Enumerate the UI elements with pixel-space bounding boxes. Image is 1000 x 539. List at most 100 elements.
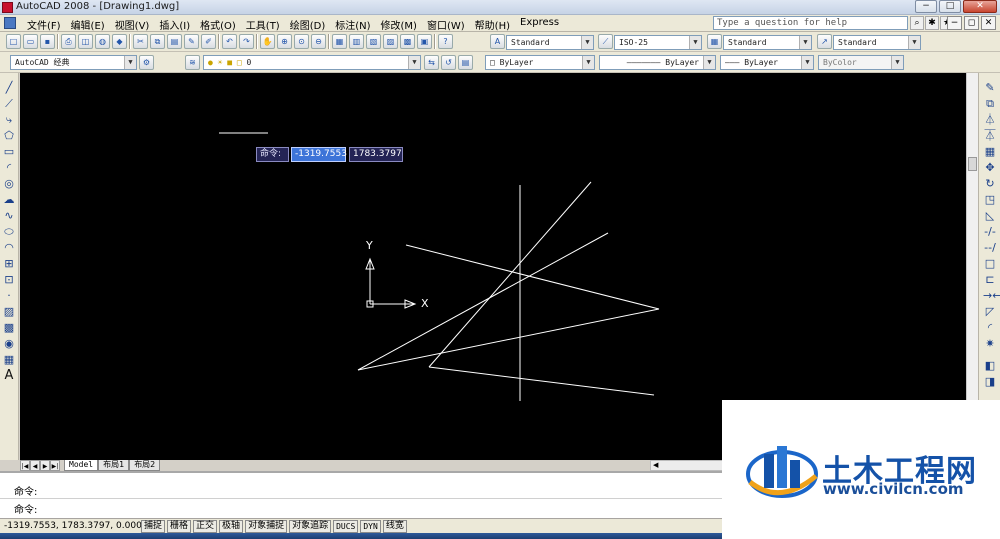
multileader-style-icon[interactable]: ↗ [817, 34, 832, 49]
publish-icon[interactable]: ◍ [95, 34, 110, 49]
circle-icon[interactable]: ◎ [2, 177, 16, 191]
ellipse-arc-icon[interactable]: ◠ [2, 241, 16, 255]
workspace-settings-icon[interactable]: ⚙ [139, 55, 154, 70]
text-style-icon[interactable]: A [490, 34, 505, 49]
dyn-toggle[interactable]: DYN [360, 520, 381, 533]
open-icon[interactable]: ▭ [23, 34, 38, 49]
drawn-line[interactable] [357, 308, 660, 371]
dynamic-input-x-field[interactable]: -1319.7553 [291, 147, 347, 162]
make-block-icon[interactable]: ⊡ [2, 273, 16, 287]
3d-dwf-icon[interactable]: ◆ [112, 34, 127, 49]
plot-style-select[interactable]: ByColor ▼ [818, 55, 904, 70]
drawn-line[interactable] [428, 366, 655, 396]
minimize-button[interactable]: − [915, 0, 937, 13]
help-icon[interactable]: ? [438, 34, 453, 49]
doc-restore-button[interactable]: ◻ [964, 16, 979, 30]
copy-object-icon[interactable]: ⧉ [983, 97, 997, 111]
gradient-icon[interactable]: ▩ [2, 321, 16, 335]
spline-icon[interactable]: ∿ [2, 209, 16, 223]
color-select[interactable]: □ ByLayer ▼ [485, 55, 595, 70]
tool-palettes-icon[interactable]: ▧ [366, 34, 381, 49]
chamfer-icon[interactable]: ◸ [983, 305, 997, 319]
menu-edit[interactable]: 编辑(E) [66, 17, 110, 32]
doc-minimize-button[interactable]: − [947, 16, 962, 30]
previous-tab-button[interactable]: ◀ [30, 460, 40, 471]
drawn-line[interactable] [357, 232, 609, 371]
ortho-toggle[interactable]: 正交 [193, 520, 218, 533]
tab-layout1[interactable]: 布局1 [98, 460, 130, 471]
move-icon[interactable]: ✥ [983, 161, 997, 175]
make-object-layer-current-icon[interactable]: ⇆ [424, 55, 439, 70]
offset-icon[interactable]: ⏄ [983, 129, 997, 143]
scroll-left-icon[interactable]: ◀ [653, 461, 658, 470]
break-icon[interactable]: ⊏ [983, 273, 997, 287]
copy-icon[interactable]: ⧉ [150, 34, 165, 49]
tab-model[interactable]: Model [64, 460, 99, 471]
coordinate-display[interactable]: -1319.7553, 1783.3797, 0.0000 [4, 521, 148, 531]
trim-icon[interactable]: -/- [983, 225, 997, 239]
explode-icon[interactable]: ✷ [983, 337, 997, 351]
scale-icon[interactable]: ◳ [983, 193, 997, 207]
properties-icon[interactable]: ▦ [332, 34, 347, 49]
autocad-app-icon[interactable] [2, 2, 13, 13]
menu-format[interactable]: 格式(O) [195, 17, 241, 32]
drawn-line[interactable] [405, 244, 660, 310]
multileader-style-select[interactable]: Standard ▼ [833, 35, 921, 50]
polyline-icon[interactable]: ⤷ [2, 113, 16, 127]
dim-style-icon[interactable]: ⟋ [598, 34, 613, 49]
tab-layout2[interactable]: 布局2 [129, 460, 161, 471]
rotate-icon[interactable]: ↻ [983, 177, 997, 191]
mirror-icon[interactable]: ⏃ [983, 113, 997, 127]
rectangle-icon[interactable]: ▭ [2, 145, 16, 159]
close-button[interactable]: ✕ [963, 0, 997, 13]
menu-express[interactable]: Express [515, 17, 564, 32]
draw-order-front-icon[interactable]: ◧ [983, 359, 997, 373]
menu-draw[interactable]: 绘图(D) [285, 17, 331, 32]
first-tab-button[interactable]: |◀ [20, 460, 30, 471]
menu-insert[interactable]: 插入(I) [154, 17, 195, 32]
markup-icon[interactable]: ▩ [400, 34, 415, 49]
layer-select[interactable]: ● ☀ ■ □ 0 ▼ [203, 55, 421, 70]
layer-states-icon[interactable]: ▤ [458, 55, 473, 70]
ducs-toggle[interactable]: DUCS [333, 520, 359, 533]
next-tab-button[interactable]: ▶ [40, 460, 50, 471]
dynamic-input-y-field[interactable]: 1783.3797 [349, 147, 403, 162]
table-icon[interactable]: ▦ [2, 353, 16, 367]
erase-icon[interactable]: ✎ [983, 81, 997, 95]
calculator-icon[interactable]: ▣ [417, 34, 432, 49]
polar-toggle[interactable]: 极轴 [219, 520, 244, 533]
polygon-icon[interactable]: ⬠ [2, 129, 16, 143]
new-icon[interactable]: □ [6, 34, 21, 49]
command-prompt-line[interactable]: 命令: [14, 501, 37, 516]
fillet-icon[interactable]: ◜ [983, 321, 997, 335]
save-icon[interactable]: ▪ [40, 34, 55, 49]
revision-cloud-icon[interactable]: ☁ [2, 193, 16, 207]
extend-icon[interactable]: --/ [983, 241, 997, 255]
grid-toggle[interactable]: 栅格 [167, 520, 192, 533]
otrack-toggle[interactable]: 对象追踪 [289, 520, 332, 533]
multiline-text-icon[interactable]: A [2, 369, 16, 383]
pan-icon[interactable]: ✋ [260, 34, 275, 49]
block-editor-icon[interactable]: ✐ [201, 34, 216, 49]
help-search-input[interactable]: Type a question for help [713, 16, 908, 30]
dim-style-select[interactable]: ISO-25 ▼ [614, 35, 702, 50]
menu-window[interactable]: 窗口(W) [422, 17, 470, 32]
lineweight-toggle[interactable]: 线宽 [382, 520, 407, 533]
join-icon[interactable]: →← [983, 289, 1000, 303]
linetype-select[interactable]: ——————— ByLayer ▼ [599, 55, 716, 70]
snap-toggle[interactable]: 捕捉 [141, 520, 166, 533]
zoom-window-icon[interactable]: ⊙ [294, 34, 309, 49]
table-style-icon[interactable]: ▦ [707, 34, 722, 49]
layer-previous-icon[interactable]: ↺ [441, 55, 456, 70]
break-at-point-icon[interactable]: □ [983, 257, 997, 271]
line-icon[interactable]: ╱ [2, 81, 16, 95]
maximize-button[interactable]: □ [939, 0, 961, 13]
plot-icon[interactable]: ⎙ [61, 34, 76, 49]
cut-icon[interactable]: ✂ [133, 34, 148, 49]
last-tab-button[interactable]: ▶| [50, 460, 60, 471]
ellipse-icon[interactable]: ⬭ [2, 225, 16, 239]
plot-preview-icon[interactable]: ◫ [78, 34, 93, 49]
sheet-set-icon[interactable]: ▨ [383, 34, 398, 49]
zoom-realtime-icon[interactable]: ⊕ [277, 34, 292, 49]
menu-help[interactable]: 帮助(H) [470, 17, 515, 32]
